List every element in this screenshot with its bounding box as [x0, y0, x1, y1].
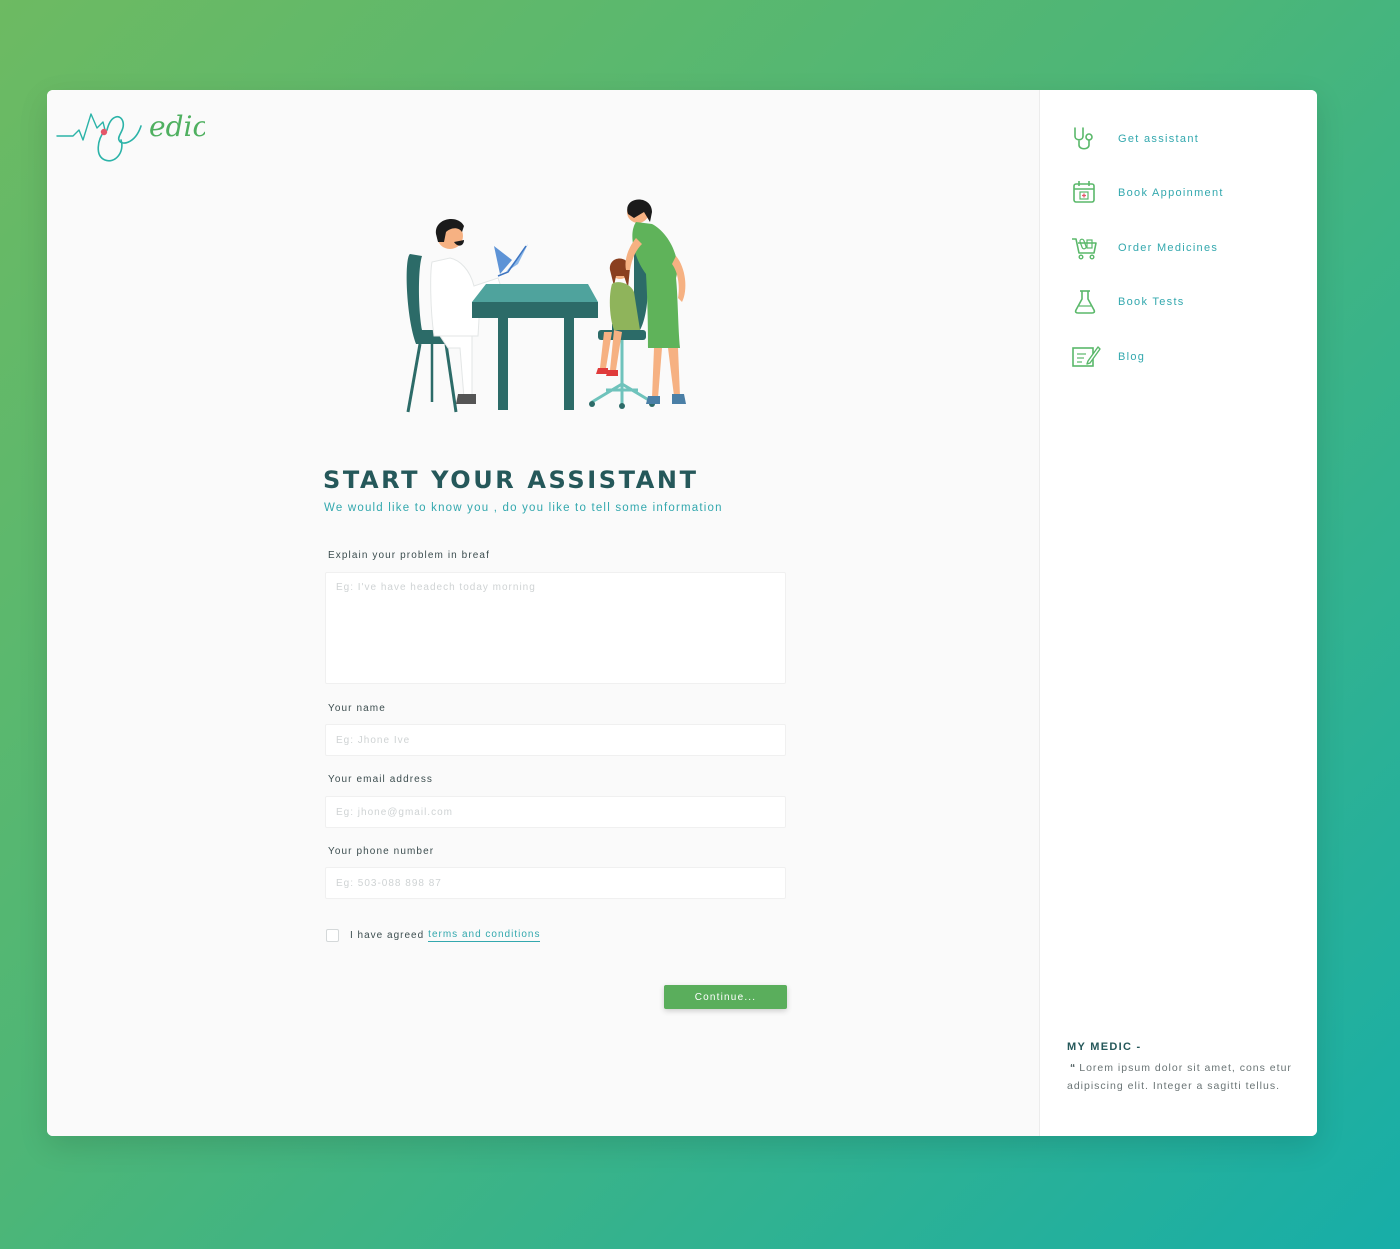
flask-icon — [1074, 290, 1096, 314]
sidebar-item-label: Book Appoinment — [1118, 187, 1224, 199]
problem-label: Explain your problem in breaf — [328, 550, 490, 561]
sidebar-item-label: Get assistant — [1118, 133, 1200, 145]
sidebar-item-book-appointment[interactable]: Book Appoinment — [1068, 176, 1224, 210]
svg-text:edic: edic — [149, 110, 205, 143]
quote-body: Lorem ipsum dolor sit amet, cons etur ad… — [1067, 1062, 1292, 1092]
page-title: START YOUR ASSISTANT — [323, 466, 699, 494]
quote-text: “Lorem ipsum dolor sit amet, cons etur a… — [1067, 1060, 1295, 1095]
sidebar: Get assistant Book Appoinment Order Medi… — [1039, 90, 1317, 1136]
name-input[interactable] — [325, 724, 786, 756]
note-pen-icon — [1072, 346, 1101, 367]
quote-title: MY MEDIC - — [1067, 1041, 1142, 1053]
cart-icon — [1072, 238, 1097, 260]
terms-row: I have agreed terms and conditions — [326, 927, 541, 943]
name-label: Your name — [328, 703, 386, 714]
main-panel: edic START YOUR ASSISTANT We would like … — [47, 90, 1039, 1136]
stethoscope-icon — [1074, 127, 1093, 150]
sidebar-item-order-medicines[interactable]: Order Medicines — [1068, 231, 1218, 265]
sidebar-item-get-assistant[interactable]: Get assistant — [1068, 122, 1199, 156]
app-card: edic START YOUR ASSISTANT We would like … — [47, 90, 1317, 1136]
phone-label: Your phone number — [328, 846, 435, 857]
phone-input[interactable] — [325, 867, 786, 899]
myedic-logo[interactable]: edic — [55, 100, 205, 164]
sidebar-item-label: Order Medicines — [1118, 242, 1219, 254]
sidebar-item-book-tests[interactable]: Book Tests — [1068, 285, 1185, 319]
terms-checkbox[interactable] — [326, 928, 339, 942]
calendar-icon — [1073, 181, 1095, 203]
terms-text: I have agreed — [350, 929, 425, 941]
doctor-consultation-illustration — [406, 199, 686, 413]
terms-link[interactable]: terms and conditions — [428, 929, 541, 942]
sidebar-item-blog[interactable]: Blog — [1068, 340, 1145, 374]
email-label: Your email address — [328, 774, 434, 785]
page-subtitle: We would like to know you , do you like … — [324, 502, 723, 514]
sidebar-item-label: Blog — [1118, 351, 1146, 363]
quote-mark: “ — [1070, 1062, 1077, 1074]
sidebar-item-label: Book Tests — [1118, 296, 1185, 308]
problem-textarea[interactable] — [325, 572, 786, 684]
continue-button[interactable]: Continue... — [664, 985, 787, 1009]
email-input[interactable] — [325, 796, 786, 828]
